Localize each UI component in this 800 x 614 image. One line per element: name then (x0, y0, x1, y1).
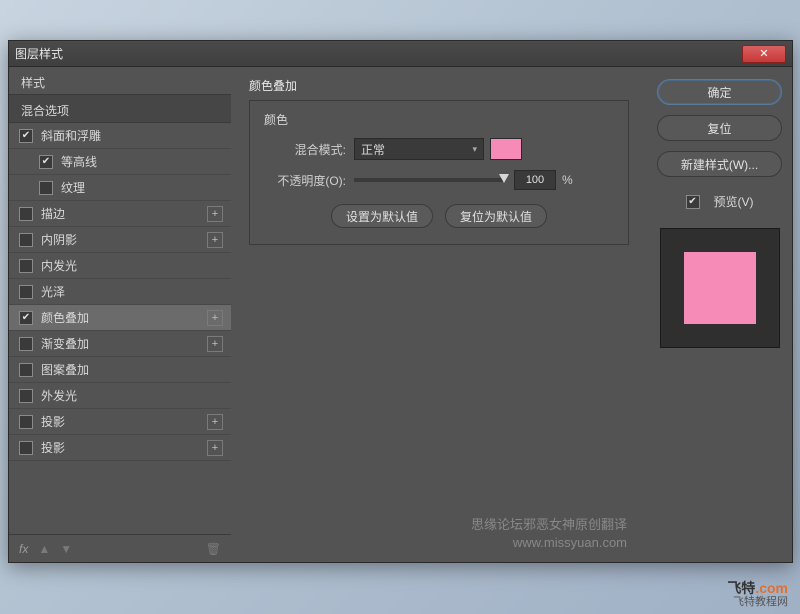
styles-sidebar: 样式 混合选项 斜面和浮雕等高线纹理描边 + 内阴影 + 内发光光泽颜色叠加 + 渐变叠加 +… (9, 67, 231, 562)
style-label: 投影 (41, 413, 65, 430)
preview-swatch (684, 252, 756, 324)
set-default-button[interactable]: 设置为默认值 (331, 204, 433, 228)
add-effect-icon[interactable]: + (207, 440, 223, 456)
slider-thumb-icon[interactable] (499, 174, 509, 183)
style-checkbox[interactable] (19, 259, 33, 273)
blend-options-header[interactable]: 混合选项 (9, 95, 231, 123)
style-checkbox[interactable] (19, 363, 33, 377)
preview-checkbox[interactable] (686, 195, 700, 209)
style-row-12[interactable]: 投影 + (9, 435, 231, 461)
add-effect-icon[interactable]: + (207, 336, 223, 352)
style-checkbox[interactable] (39, 181, 53, 195)
new-style-button[interactable]: 新建样式(W)... (657, 151, 782, 177)
action-column: 确定 复位 新建样式(W)... 预览(V) (647, 67, 792, 562)
style-checkbox[interactable] (19, 389, 33, 403)
style-label: 等高线 (61, 153, 97, 170)
add-effect-icon[interactable]: + (207, 310, 223, 326)
settings-panel: 颜色叠加 颜色 混合模式: 正常 ▾ 不透明度(O): (231, 67, 647, 562)
style-checkbox[interactable] (19, 207, 33, 221)
opacity-unit: % (562, 173, 573, 187)
watermark-line1: 思缘论坛邪恶女神原创翻译 (471, 516, 627, 534)
reset-default-button[interactable]: 复位为默认值 (445, 204, 547, 228)
styles-header[interactable]: 样式 (9, 67, 231, 95)
style-label: 内阴影 (41, 231, 77, 248)
style-row-4[interactable]: 内阴影 + (9, 227, 231, 253)
style-label: 投影 (41, 439, 65, 456)
opacity-input[interactable] (514, 170, 556, 190)
style-checkbox[interactable] (19, 285, 33, 299)
style-label: 斜面和浮雕 (41, 127, 101, 144)
dialog-title: 图层样式 (15, 45, 742, 62)
style-row-8[interactable]: 渐变叠加 + (9, 331, 231, 357)
ok-button[interactable]: 确定 (657, 79, 782, 105)
color-swatch[interactable] (490, 138, 522, 160)
style-row-1[interactable]: 等高线 (9, 149, 231, 175)
style-label: 纹理 (61, 179, 85, 196)
style-label: 颜色叠加 (41, 309, 89, 326)
preview-toggle-row[interactable]: 预览(V) (657, 193, 782, 210)
blend-mode-row: 混合模式: 正常 ▾ (264, 138, 614, 160)
fx-label[interactable]: fx (19, 542, 28, 556)
trash-icon[interactable]: 🗑 (206, 542, 221, 556)
panel-title: 颜色叠加 (249, 77, 629, 94)
preview-label: 预览(V) (714, 193, 754, 210)
style-row-11[interactable]: 投影 + (9, 409, 231, 435)
site-logo: 飞特.com 飞特教程网 (727, 581, 788, 608)
style-row-5[interactable]: 内发光 (9, 253, 231, 279)
style-row-10[interactable]: 外发光 (9, 383, 231, 409)
blend-mode-label: 混合模式: (264, 141, 346, 158)
opacity-slider[interactable] (354, 178, 504, 182)
panel-subtitle: 颜色 (264, 111, 614, 128)
style-checkbox[interactable] (19, 233, 33, 247)
cancel-button[interactable]: 复位 (657, 115, 782, 141)
add-effect-icon[interactable]: + (207, 414, 223, 430)
blend-mode-value: 正常 (361, 141, 385, 158)
watermark-line2: www.missyuan.com (471, 534, 627, 552)
style-row-7[interactable]: 颜色叠加 + (9, 305, 231, 331)
style-label: 渐变叠加 (41, 335, 89, 352)
blend-mode-select[interactable]: 正常 ▾ (354, 138, 484, 160)
style-row-3[interactable]: 描边 + (9, 201, 231, 227)
style-row-6[interactable]: 光泽 (9, 279, 231, 305)
chevron-down-icon: ▾ (472, 144, 477, 155)
style-checkbox[interactable] (19, 311, 33, 325)
layer-style-dialog: 图层样式 ✕ 样式 混合选项 斜面和浮雕等高线纹理描边+内阴影+内发光光泽颜色叠… (8, 40, 793, 563)
add-effect-icon[interactable]: + (207, 206, 223, 222)
watermark: 思缘论坛邪恶女神原创翻译 www.missyuan.com (471, 516, 627, 552)
style-checkbox[interactable] (19, 441, 33, 455)
style-label: 描边 (41, 205, 65, 222)
panel-box: 颜色 混合模式: 正常 ▾ 不透明度(O): % (249, 100, 629, 245)
style-label: 图案叠加 (41, 361, 89, 378)
style-checkbox[interactable] (19, 337, 33, 351)
arrow-up-icon[interactable]: ▲ (38, 542, 50, 556)
close-button[interactable]: ✕ (742, 45, 786, 63)
style-checkbox[interactable] (39, 155, 53, 169)
titlebar[interactable]: 图层样式 ✕ (9, 41, 792, 67)
arrow-down-icon[interactable]: ▼ (60, 542, 72, 556)
style-label: 光泽 (41, 283, 65, 300)
add-effect-icon[interactable]: + (207, 232, 223, 248)
sidebar-footer: fx ▲ ▼ 🗑 (9, 534, 231, 562)
style-checkbox[interactable] (19, 129, 33, 143)
style-row-0[interactable]: 斜面和浮雕 (9, 123, 231, 149)
preview-box (660, 228, 780, 348)
opacity-label: 不透明度(O): (264, 172, 346, 189)
style-label: 内发光 (41, 257, 77, 274)
style-checkbox[interactable] (19, 415, 33, 429)
style-row-9[interactable]: 图案叠加 (9, 357, 231, 383)
style-list: 斜面和浮雕等高线纹理描边 + 内阴影 + 内发光光泽颜色叠加 + 渐变叠加 + 图案叠加外发光投… (9, 123, 231, 534)
opacity-row: 不透明度(O): % (264, 170, 614, 190)
style-label: 外发光 (41, 387, 77, 404)
style-row-2[interactable]: 纹理 (9, 175, 231, 201)
